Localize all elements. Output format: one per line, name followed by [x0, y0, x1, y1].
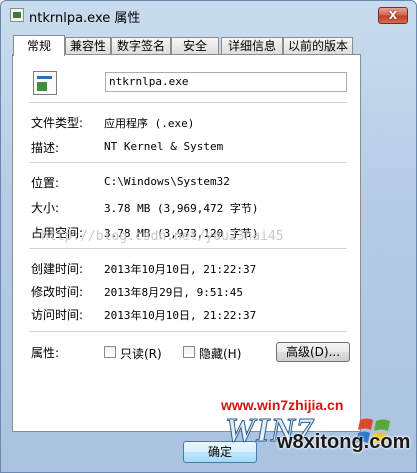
- file-name-field[interactable]: ntkrnlpa.exe: [105, 72, 347, 92]
- tab-previous-versions[interactable]: 以前的版本: [283, 37, 353, 55]
- modified-label: 修改时间:: [31, 285, 84, 299]
- created-value: 2013年10月10日, 21:22:37: [104, 263, 257, 276]
- separator: [29, 102, 347, 103]
- attributes-label: 属性:: [31, 346, 60, 360]
- description-label: 描述:: [31, 141, 60, 155]
- window-title: ntkrnlpa.exe 属性: [29, 11, 141, 26]
- tab-general[interactable]: 常规: [13, 35, 65, 56]
- location-value: C:\Windows\System32: [104, 175, 230, 188]
- accessed-value: 2013年10月10日, 21:22:37: [104, 309, 257, 322]
- hidden-label[interactable]: 隐藏(H): [199, 345, 241, 362]
- tab-details[interactable]: 详细信息: [221, 37, 283, 55]
- title-bar[interactable]: ntkrnlpa.exe 属性 X: [1, 1, 416, 31]
- tab-compatibility[interactable]: 兼容性: [65, 37, 111, 55]
- executable-file-icon: [33, 71, 57, 95]
- advanced-button[interactable]: 高级(D)...: [276, 342, 350, 362]
- file-type-value: 应用程序 (.exe): [104, 117, 195, 130]
- size-value: 3.78 MB (3,969,472 字节): [104, 202, 259, 215]
- readonly-label[interactable]: 只读(R): [120, 345, 162, 362]
- blog-watermark: http://blog.csdn.net/you23hai45: [41, 229, 284, 244]
- description-value: NT Kernel & System: [104, 140, 224, 153]
- separator: [29, 248, 347, 249]
- tab-digital-signatures[interactable]: 数字签名: [111, 37, 171, 55]
- file-type-label: 文件类型:: [31, 116, 84, 130]
- brand-site-watermark: w8xitong.com: [277, 431, 411, 453]
- location-label: 位置:: [31, 176, 60, 190]
- tab-security[interactable]: 安全: [171, 37, 219, 55]
- application-icon: [10, 8, 24, 22]
- properties-window: ntkrnlpa.exe 属性 X 常规 兼容性 数字签名 安全 详细信息 以前…: [0, 0, 417, 473]
- brand-url-watermark: www.win7zhijia.cn: [221, 397, 344, 413]
- size-label: 大小:: [31, 201, 60, 215]
- separator: [29, 162, 347, 163]
- hidden-checkbox[interactable]: [183, 346, 195, 358]
- close-button[interactable]: X: [378, 7, 408, 24]
- readonly-checkbox[interactable]: [104, 346, 116, 358]
- modified-value: 2013年8月29日, 9:51:45: [104, 286, 243, 299]
- separator: [29, 331, 347, 332]
- accessed-label: 访问时间:: [31, 308, 84, 322]
- created-label: 创建时间:: [31, 262, 84, 276]
